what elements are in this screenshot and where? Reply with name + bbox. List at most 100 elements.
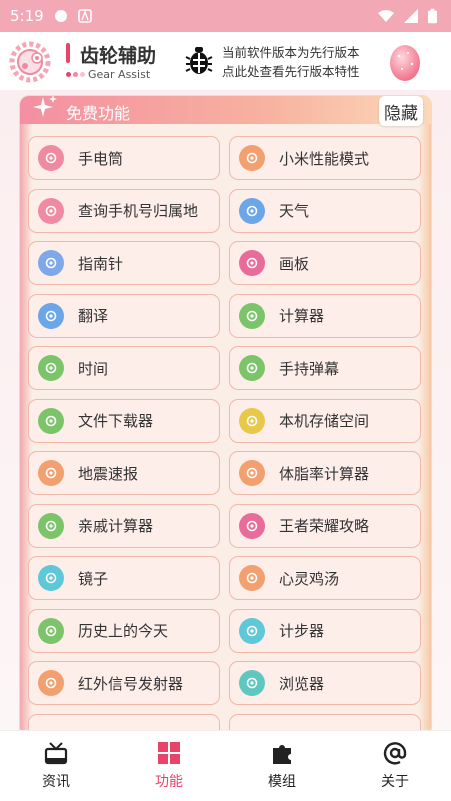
feature-item[interactable]: 地震速报 [28, 451, 220, 495]
soup-icon [239, 565, 265, 591]
barrage-icon [239, 355, 265, 381]
feature-item[interactable]: 指南针 [28, 241, 220, 285]
app-header: 齿轮辅助 Gear Assist 当前软件版本为先行版本 点此处查看先行版本特性 [0, 32, 451, 90]
feature-item[interactable]: 心灵鸡汤 [229, 556, 421, 600]
feature-label: 查询手机号归属地 [78, 202, 199, 220]
feature-item[interactable]: 翻译 [28, 293, 220, 338]
clock-icon [38, 355, 64, 381]
status-time: 5:19 [10, 7, 44, 25]
feature-label: 王者荣耀攻略 [279, 517, 370, 535]
battery-icon [428, 8, 437, 24]
browser-icon [239, 670, 265, 696]
palette-icon [239, 250, 265, 276]
notice-line-2: 点此处查看先行版本特性 [222, 64, 360, 79]
feature-item[interactable]: 小米性能模式 [229, 136, 421, 180]
feature-item[interactable]: 本机存储空间 [229, 398, 421, 443]
feature-label: 时间 [78, 359, 109, 378]
feature-label: 亲戚计算器 [78, 517, 154, 535]
download-icon [38, 407, 64, 434]
egg-avatar-icon[interactable] [388, 42, 422, 82]
nav-modules-label: 模组 [268, 774, 296, 790]
bottom-navigation: 资讯 功能 模组 关于 [0, 730, 451, 801]
feature-label: 本机存储空间 [279, 412, 370, 430]
news-icon [44, 742, 68, 765]
feature-item[interactable]: 查询手机号归属地 [28, 188, 220, 233]
feature-item[interactable]: 王者荣耀攻略 [229, 503, 421, 548]
section-header: 免费功能 隐藏 [20, 96, 431, 126]
feature-label: 手持弹幕 [279, 359, 340, 378]
feature-label: 指南针 [78, 254, 124, 273]
sparkle-icon [33, 96, 57, 117]
wifi-icon [378, 10, 394, 22]
infrared-icon [38, 670, 64, 696]
feature-item[interactable]: 计步器 [229, 608, 421, 653]
history-icon [38, 617, 64, 644]
flashlight-icon [38, 145, 64, 171]
gear-logo-icon [9, 41, 51, 83]
nav-modules[interactable]: 模组 [226, 731, 338, 801]
feature-item[interactable]: 手持弹幕 [229, 346, 421, 390]
nav-about[interactable]: 关于 [339, 731, 451, 801]
pedometer-icon [239, 617, 265, 644]
game-guide-icon [239, 512, 265, 539]
feature-item[interactable]: 体脂率计算器 [229, 451, 421, 495]
feature-label: 历史上的今天 [78, 622, 169, 640]
calculator-icon [239, 302, 265, 329]
feature-item[interactable]: 天气 [229, 188, 421, 233]
status-bar: 5:19 [0, 0, 451, 32]
feature-item[interactable]: 镜子 [28, 556, 220, 600]
free-features-card: 免费功能 隐藏 手电筒 小米性能模式查询手机号归属地 天气指南针 画板翻译 计算器时间 手… [19, 95, 432, 737]
feature-label: 浏览器 [279, 674, 325, 693]
feature-item[interactable]: 亲戚计算器 [28, 503, 220, 548]
feature-item[interactable]: 浏览器 [229, 661, 421, 705]
storage-icon [239, 407, 265, 434]
compass-icon [38, 250, 64, 276]
bug-icon[interactable] [184, 45, 214, 77]
feature-label: 手电筒 [78, 149, 124, 168]
feature-label: 心灵鸡汤 [279, 569, 340, 588]
notice-line-1: 当前软件版本为先行版本 [222, 45, 360, 60]
app-title: 齿轮辅助 [80, 45, 157, 67]
nav-news-label: 资讯 [42, 774, 70, 790]
feature-label: 小米性能模式 [279, 149, 370, 168]
puzzle-icon [273, 745, 291, 764]
nav-about-label: 关于 [381, 774, 409, 790]
feature-item[interactable]: 计算器 [229, 293, 421, 338]
phone-location-icon [38, 197, 64, 224]
beta-notice[interactable]: 当前软件版本为先行版本 点此处查看先行版本特性 [222, 43, 382, 81]
feature-label: 文件下载器 [78, 412, 154, 430]
weather-icon [239, 197, 265, 224]
app-subtitle: Gear Assist [88, 68, 151, 81]
notification-app-icon [54, 10, 67, 22]
feature-item[interactable]: 历史上的今天 [28, 608, 220, 653]
feature-label: 天气 [279, 202, 310, 220]
nav-news[interactable]: 资讯 [0, 731, 112, 801]
feature-item[interactable]: 手电筒 [28, 136, 220, 180]
feature-item[interactable]: 时间 [28, 346, 220, 390]
hide-button[interactable]: 隐藏 [379, 96, 423, 126]
grid-icon [158, 742, 180, 764]
translate-icon [38, 302, 64, 329]
feature-item[interactable]: 文件下载器 [28, 398, 220, 443]
nav-features[interactable]: 功能 [113, 731, 225, 801]
feature-label: 地震速报 [78, 464, 139, 483]
mi-performance-icon [239, 145, 265, 171]
feature-label: 翻译 [78, 307, 109, 325]
notification-a-icon [77, 9, 92, 23]
feature-label: 计算器 [279, 307, 325, 325]
relatives-icon [38, 512, 64, 539]
mirror-icon [38, 565, 64, 591]
feature-label: 计步器 [279, 622, 325, 640]
feature-label: 镜子 [78, 569, 109, 588]
feature-label: 红外信号发射器 [78, 674, 184, 693]
at-icon [383, 742, 407, 765]
feature-item[interactable]: 画板 [229, 241, 421, 285]
signal-icon [404, 9, 418, 23]
feature-label: 画板 [279, 254, 310, 273]
body-fat-icon [239, 460, 265, 486]
section-title: 免费功能 [66, 104, 131, 123]
feature-label: 体脂率计算器 [279, 464, 370, 483]
home-alert-icon [38, 460, 64, 486]
nav-features-label: 功能 [155, 774, 183, 790]
feature-item[interactable]: 红外信号发射器 [28, 661, 220, 705]
